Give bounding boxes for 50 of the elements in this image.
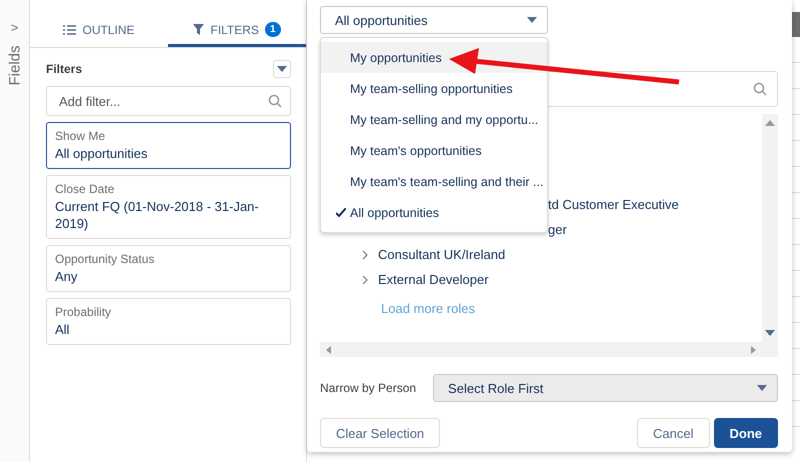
scroll-left-icon [326, 346, 331, 354]
dialog-button[interactable]: Cancel [637, 418, 710, 448]
filter-label: Close Date [55, 182, 116, 196]
dialog-button[interactable]: Done [714, 418, 778, 448]
show-me-select[interactable]: All opportunities [320, 6, 548, 34]
expand-toggle[interactable]: > [10, 20, 18, 35]
scroll-down-icon [765, 330, 775, 336]
search-icon [268, 94, 282, 108]
filter-card[interactable]: Probability All [46, 298, 291, 345]
narrow-by-person-label: Narrow by Person [320, 381, 416, 395]
filter-value: All opportunities [55, 145, 148, 162]
caret-icon [277, 66, 287, 72]
menu-item[interactable]: My opportunities [321, 42, 547, 73]
role-name: External Developer [378, 272, 489, 287]
caret-icon [527, 17, 537, 23]
filters-menu-button[interactable] [273, 60, 291, 78]
menu-item[interactable]: All opportunities [321, 197, 547, 228]
filter-value: All [55, 321, 70, 338]
horizontal-scrollbar[interactable] [320, 342, 778, 357]
panel-tab[interactable]: OUTLINE [30, 15, 168, 47]
add-filter-field[interactable]: Add filter... [46, 86, 291, 116]
filter-label: Probability [55, 305, 112, 319]
filter-value: Current FQ (01-Nov-2018 - 31-Jan-2019) [55, 198, 260, 232]
fields-label: Fields [6, 46, 23, 86]
role-name: td Customer Executive [548, 197, 679, 212]
filter-label: Opportunity Status [55, 252, 156, 266]
filter-label: Show Me [55, 129, 106, 143]
fields-rail[interactable]: > Fields [0, 0, 30, 462]
filter-card[interactable]: Show Me All opportunities [46, 122, 291, 169]
role-name: ger [548, 222, 567, 237]
vertical-scrollbar[interactable] [762, 114, 778, 342]
count-badge: 1 [264, 22, 280, 37]
filter-card[interactable]: Opportunity Status Any [46, 245, 291, 292]
filters-title: Filters [46, 62, 82, 76]
filter-icon [193, 24, 204, 35]
role-name: Consultant UK/Ireland [378, 247, 506, 262]
caret-icon [757, 385, 767, 391]
scroll-right-icon [751, 346, 756, 354]
filter-card[interactable]: Close Date Current FQ (01-Nov-2018 - 31-Jan-2019) [46, 175, 291, 239]
menu-item[interactable]: My team's team-selling and their ... [321, 166, 547, 197]
dialog-button[interactable]: Clear Selection [320, 418, 440, 448]
chevron-icon[interactable] [362, 274, 368, 284]
menu-item[interactable]: My team's opportunities [321, 135, 547, 166]
search-icon [753, 82, 767, 96]
scroll-up-icon [765, 120, 775, 126]
menu-item[interactable]: My team-selling and my opportu... [321, 104, 547, 135]
menu-item[interactable]: My team-selling opportunities [321, 73, 547, 104]
filter-value: Any [55, 268, 78, 285]
chevron-icon[interactable] [362, 250, 368, 260]
list-icon [63, 24, 76, 34]
